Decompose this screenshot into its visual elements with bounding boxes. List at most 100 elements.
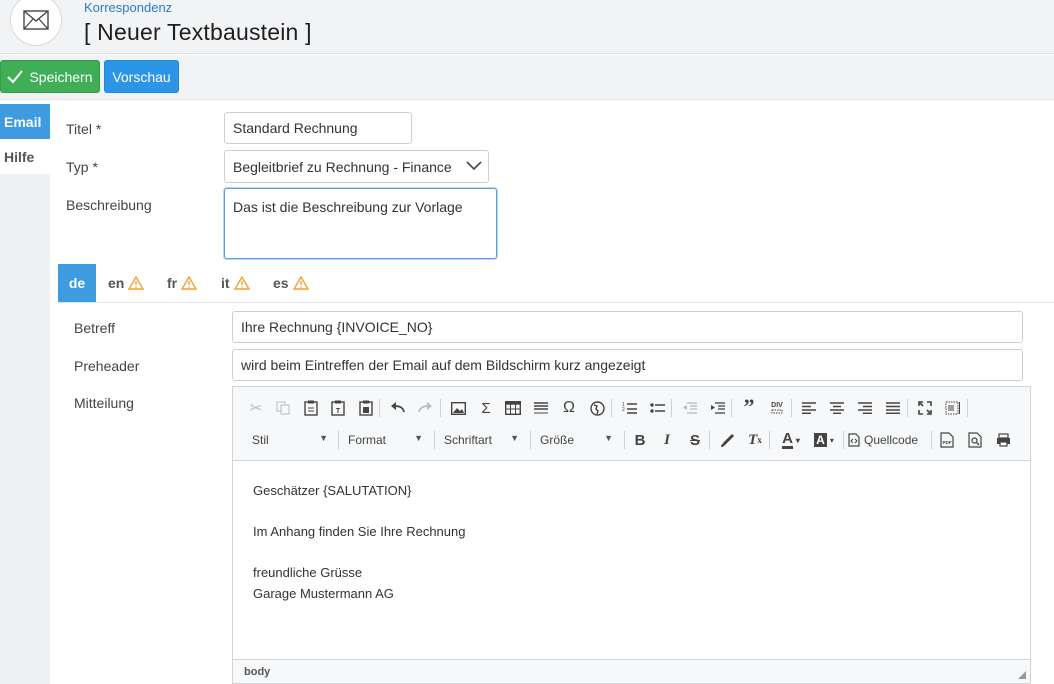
paste-text-icon[interactable]: T <box>327 397 349 419</box>
save-button-label: Speichern <box>29 68 93 85</box>
toolbar-separator <box>769 431 770 449</box>
paste-word-icon[interactable] <box>355 397 377 419</box>
copy-icon[interactable] <box>272 397 294 419</box>
size-combo-label: Größe <box>540 433 575 447</box>
redo-icon[interactable] <box>414 397 436 419</box>
module-icon-circle <box>10 0 62 46</box>
warning-icon <box>181 276 198 290</box>
toolbar-separator <box>967 399 968 417</box>
lang-code: es <box>273 275 289 291</box>
text-color-icon[interactable]: A ▾ <box>776 429 806 451</box>
betreff-label: Betreff <box>74 320 115 336</box>
titel-input[interactable]: Standard Rechnung <box>224 112 412 144</box>
content-line: Im Anhang finden Sie Ihre Rechnung <box>253 524 466 539</box>
bold-icon[interactable]: B <box>629 429 651 451</box>
page-title: [ Neuer Textbaustein ] <box>84 19 312 45</box>
font-combo-label: Schriftart <box>444 433 493 447</box>
tab-lang-it[interactable]: it <box>221 264 250 302</box>
chevron-down-icon <box>466 161 482 171</box>
strikethrough-icon[interactable]: S <box>684 429 706 451</box>
preheader-input[interactable]: wird beim Eintreffen der Email auf dem B… <box>232 349 1023 381</box>
titel-label: Titel * <box>66 121 102 137</box>
indent-icon[interactable] <box>706 397 728 419</box>
maximize-icon[interactable] <box>914 397 936 419</box>
content-line: Garage Mustermann AG <box>253 585 394 601</box>
tab-lang-en[interactable]: en <box>108 264 145 302</box>
cut-icon[interactable]: ✂ <box>245 397 267 419</box>
beschreibung-textarea[interactable]: Das ist die Beschreibung zur Vorlage <box>224 188 497 259</box>
bullet-list-icon[interactable] <box>646 397 668 419</box>
content-line: freundliche Grüsse <box>253 565 363 580</box>
typ-label: Typ * <box>66 159 98 175</box>
sigma-icon[interactable]: Σ <box>475 397 497 419</box>
lang-code: fr <box>167 275 178 291</box>
preview-icon[interactable] <box>964 429 986 451</box>
toolbar-separator <box>624 431 625 449</box>
toolbar-separator <box>907 399 908 417</box>
resize-handle-icon[interactable] <box>1018 671 1026 679</box>
format-combo[interactable]: Format ▼ <box>348 429 423 451</box>
numbered-list-icon[interactable]: 12 <box>618 397 640 419</box>
align-center-icon[interactable] <box>826 397 848 419</box>
dropdown-arrow-icon: ▼ <box>604 433 613 443</box>
export-pdf-icon[interactable]: PDF <box>936 429 958 451</box>
toolbar-separator <box>671 399 672 417</box>
editor-status-bar: body <box>233 659 1030 683</box>
align-left-icon[interactable] <box>798 397 820 419</box>
warning-icon <box>128 276 145 290</box>
svg-text:PDF: PDF <box>943 440 952 445</box>
align-right-icon[interactable] <box>854 397 876 419</box>
save-button[interactable]: Speichern <box>0 60 100 93</box>
globe-icon[interactable] <box>586 397 608 419</box>
source-code-button[interactable]: Quellcode <box>848 429 928 451</box>
content-line: Geschätzer {SALUTATION} <box>253 483 412 498</box>
format-combo-label: Format <box>348 433 387 447</box>
image-icon[interactable] <box>447 397 469 419</box>
tab-lang-es[interactable]: es <box>273 264 309 302</box>
toolbar-separator <box>709 431 710 449</box>
betreff-input[interactable]: Ihre Rechnung {INVOICE_NO} <box>232 311 1023 343</box>
tab-lang-de[interactable]: de <box>58 264 96 302</box>
tab-hilfe[interactable]: Hilfe <box>0 139 50 174</box>
source-code-label: Quellcode <box>864 433 919 447</box>
preheader-label: Preheader <box>74 358 140 374</box>
tab-email[interactable]: Email <box>0 104 50 139</box>
typ-select[interactable]: Begleitbrief zu Rechnung - Finance <box>224 150 489 183</box>
print-icon[interactable] <box>992 429 1014 451</box>
italic-icon[interactable]: I <box>656 429 678 451</box>
background-color-icon[interactable]: A ▾ <box>809 429 839 451</box>
remove-format-icon[interactable]: Tx <box>744 429 766 451</box>
toolbar-separator <box>440 399 441 417</box>
size-combo[interactable]: Größe ▼ <box>540 429 613 451</box>
preview-button-label: Vorschau <box>112 68 171 85</box>
dropdown-arrow-icon: ▼ <box>319 433 328 443</box>
element-path[interactable]: body <box>244 666 270 678</box>
style-combo-label: Stil <box>252 433 269 447</box>
undo-icon[interactable] <box>387 397 409 419</box>
editor-content[interactable]: Geschätzer {SALUTATION} Im Anhang finden… <box>253 481 465 604</box>
table-icon[interactable] <box>502 397 524 419</box>
div-container-icon[interactable]: DIV <box>766 397 788 419</box>
tab-lang-fr[interactable]: fr <box>167 264 198 302</box>
style-combo[interactable]: Stil ▼ <box>252 429 328 451</box>
beschreibung-label: Beschreibung <box>66 197 152 213</box>
align-justify-icon[interactable] <box>882 397 904 419</box>
blockquote-icon[interactable]: ” <box>738 394 760 419</box>
show-blocks-icon[interactable] <box>942 397 964 419</box>
preview-button[interactable]: Vorschau <box>104 60 179 93</box>
font-combo[interactable]: Schriftart ▼ <box>444 429 519 451</box>
svg-text:DIV: DIV <box>771 402 783 409</box>
mitteilung-label: Mitteilung <box>74 395 134 411</box>
copy-format-icon[interactable] <box>716 429 738 451</box>
outdent-icon[interactable] <box>678 397 700 419</box>
toolbar-separator <box>791 399 792 417</box>
lang-code: en <box>108 275 125 291</box>
breadcrumb[interactable]: Korrespondenz <box>84 0 172 15</box>
envelope-icon <box>23 10 49 30</box>
paste-icon[interactable] <box>300 397 322 419</box>
svg-text:T: T <box>336 408 341 415</box>
special-char-icon[interactable]: Ω <box>558 397 580 419</box>
checkmark-icon <box>7 69 24 83</box>
horizontal-line-icon[interactable] <box>530 397 552 419</box>
page-header: Korrespondenz [ Neuer Textbaustein ] <box>0 0 1054 54</box>
